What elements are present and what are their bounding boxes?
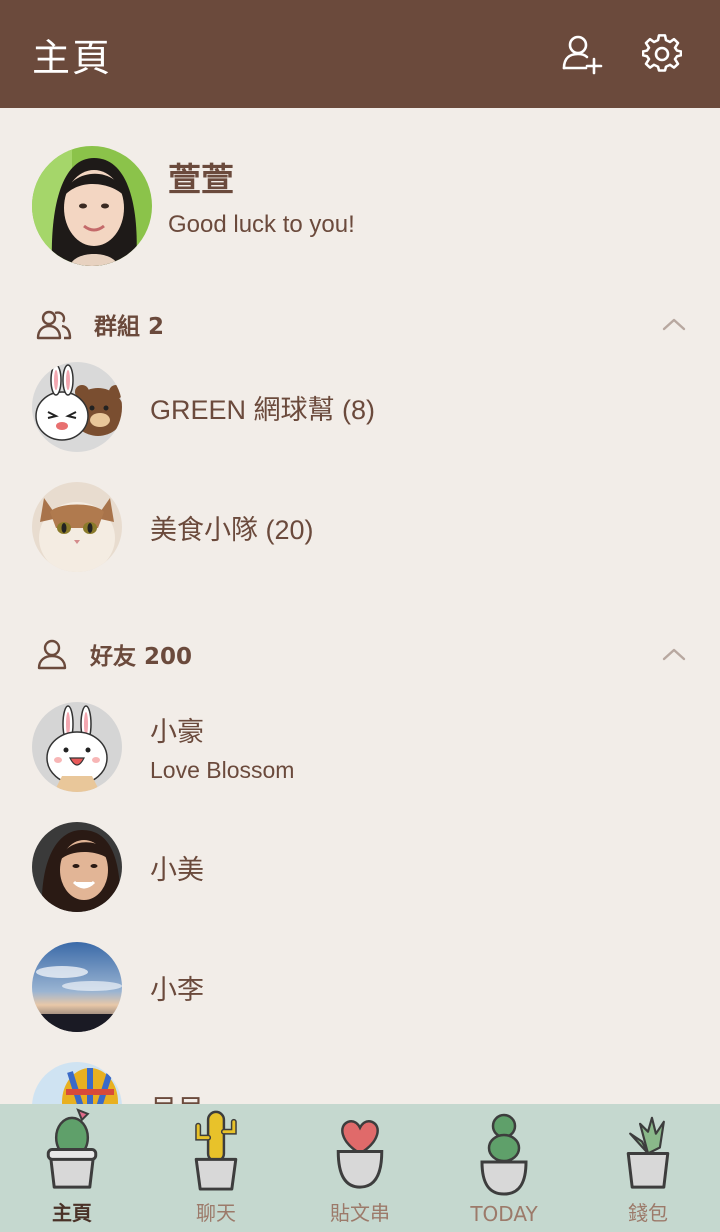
settings-button[interactable]: [636, 28, 688, 80]
profile-name: 萱萱: [168, 160, 234, 199]
tab-label: 錢包: [628, 1201, 668, 1225]
friend-name: 小美: [150, 854, 204, 885]
list-item-group[interactable]: GREEN 網球幫 (8): [32, 362, 692, 452]
tab-label: 主頁: [52, 1201, 92, 1225]
add-friend-icon: [562, 35, 603, 75]
add-friend-button[interactable]: [556, 28, 608, 80]
cactus-home-icon: [46, 1108, 98, 1189]
person-icon: [37, 639, 67, 670]
friends-label: 好友 200: [90, 644, 193, 670]
list-item-friend[interactable]: 小李: [32, 942, 692, 1032]
page-title: 主頁: [32, 35, 113, 80]
friend-avatar: [32, 702, 122, 792]
friend-avatar: [32, 942, 122, 1032]
tab-home[interactable]: 主頁: [0, 1104, 144, 1232]
succulent-wallet-icon: [626, 1116, 670, 1189]
group-icon: [36, 310, 72, 340]
friend-name: 貝貝: [150, 1088, 204, 1105]
cactus-chats-icon: [194, 1110, 238, 1191]
tab-label: 貼文串: [330, 1201, 390, 1225]
gear-icon: [642, 34, 682, 72]
cactus-heart-icon: [336, 1120, 384, 1189]
tab-wallet[interactable]: 錢包: [576, 1104, 720, 1232]
my-profile[interactable]: 萱萱 Good luck to you!: [32, 146, 355, 266]
tab-chats[interactable]: 聊天: [144, 1104, 288, 1232]
friend-avatar: [32, 822, 122, 912]
friend-name: 小李: [150, 974, 204, 1005]
list-item-group[interactable]: 美食小隊 (20): [32, 482, 692, 572]
app-header: 主頁: [0, 0, 720, 108]
list-item-friend[interactable]: 貝貝: [32, 1062, 692, 1104]
tab-label: TODAY: [470, 1202, 538, 1226]
groups-label: 群組 2: [94, 314, 165, 340]
list-item-friend[interactable]: 小美: [32, 822, 692, 912]
chevron-up-icon[interactable]: [662, 646, 686, 662]
groups-section-header[interactable]: 群組 2: [36, 304, 686, 344]
group-avatar: [32, 482, 122, 572]
friend-status: Love Blossom: [150, 757, 295, 783]
profile-status: Good luck to you!: [168, 211, 355, 238]
list-item-friend[interactable]: 小豪 Love Blossom: [32, 702, 692, 792]
friend-name: 小豪: [150, 717, 204, 747]
group-avatar: [32, 362, 122, 452]
cactus-today-icon: [480, 1113, 528, 1196]
friend-avatar: [32, 1062, 122, 1104]
chevron-up-icon[interactable]: [662, 316, 686, 332]
group-name: 美食小隊 (20): [150, 514, 314, 545]
bottom-tab-bar: 主頁 聊天 貼文串 TODAY 錢包: [0, 1104, 720, 1232]
friends-section-header[interactable]: 好友 200: [36, 634, 686, 674]
tab-timeline[interactable]: 貼文串: [288, 1104, 432, 1232]
tab-label: 聊天: [196, 1201, 236, 1225]
home-content[interactable]: 萱萱 Good luck to you! 群組 2 GREEN 網球幫 (8) …: [0, 108, 720, 1104]
profile-avatar: [32, 146, 152, 266]
group-name: GREEN 網球幫 (8): [150, 394, 376, 425]
tab-today[interactable]: TODAY: [432, 1104, 576, 1232]
